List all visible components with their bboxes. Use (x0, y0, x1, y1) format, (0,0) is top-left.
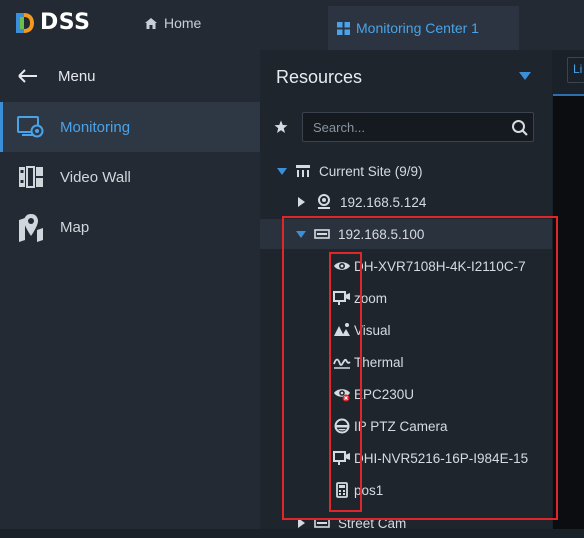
tree-node-current-site[interactable]: Current Site (9/9) (260, 156, 553, 186)
eye-camera-icon (332, 258, 352, 274)
nav-label-video-wall: Video Wall (60, 168, 131, 186)
channel-row[interactable]: IP PTZ Camera (260, 411, 584, 441)
eye-camera-alert-icon (332, 386, 352, 402)
nav-item-video-wall[interactable]: Video Wall (0, 152, 260, 202)
tab-monitoring-center[interactable]: Monitoring Center 1 (328, 6, 519, 50)
resources-title: Resources (276, 67, 363, 87)
logo-text: DSS (40, 10, 91, 35)
menu-label: Menu (58, 67, 96, 85)
video-pane: Li (552, 50, 584, 529)
channel-label: Thermal (354, 354, 404, 370)
channel-row[interactable]: Thermal (260, 347, 584, 377)
recorder-icon (312, 229, 332, 239)
channel-row[interactable]: pos1 (260, 475, 584, 505)
site-icon (293, 164, 313, 178)
channel-label: DH-XVR7108H-4K-I2110C-7 (354, 258, 526, 274)
monitoring-icon (16, 115, 46, 139)
channel-row[interactable]: EPC230U (260, 379, 584, 409)
video-window[interactable] (553, 94, 584, 529)
ptz-dome-icon (332, 418, 352, 434)
tree-label-device-2: 192.168.5.100 (338, 226, 425, 242)
expand-down-icon[interactable] (296, 230, 306, 238)
nav-item-monitoring[interactable]: Monitoring (0, 102, 260, 152)
channel-label: DHI-NVR5216-16P-I984E-15 (354, 450, 529, 466)
back-arrow-icon[interactable] (18, 69, 38, 83)
nav-item-map[interactable]: Map (0, 202, 260, 252)
recorder-icon (312, 518, 332, 528)
tab-home[interactable]: Home (144, 15, 201, 31)
camera-icon (332, 450, 352, 466)
video-wall-icon (16, 165, 46, 189)
expand-down-icon[interactable] (277, 167, 287, 175)
left-nav: Menu Monitoring Video Wall Map (0, 50, 260, 529)
nav-label-monitoring: Monitoring (60, 118, 131, 136)
tree-label-current-site: Current Site (9/9) (319, 163, 423, 179)
menu-header[interactable]: Menu (0, 50, 260, 102)
map-icon (16, 212, 46, 242)
dss-logo-icon (16, 12, 34, 33)
home-icon (145, 17, 157, 29)
search-box[interactable] (302, 112, 534, 142)
resources-dropdown-icon[interactable] (519, 72, 531, 80)
channel-row[interactable]: DH-XVR7108H-4K-I2110C-7 (260, 251, 584, 281)
channel-label: EPC230U (354, 386, 415, 402)
tree-node-device-192-168-5-124[interactable]: 192.168.5.124 (260, 187, 572, 217)
channel-label: pos1 (354, 482, 384, 498)
camera-icon (332, 290, 352, 306)
channel-row[interactable]: DHI-NVR5216-16P-I984E-15 (260, 443, 584, 473)
search-input[interactable] (311, 119, 505, 136)
tree-label-device-1: 192.168.5.124 (340, 194, 427, 210)
tree-node-street-cam[interactable]: Street Cam (260, 508, 572, 538)
resources-panel: Resources Current Site (9/9) (260, 50, 572, 531)
search-icon[interactable] (511, 119, 529, 137)
grid-icon (337, 21, 350, 35)
channel-row[interactable]: Visual (260, 315, 584, 345)
favorites-star-icon[interactable] (274, 120, 288, 134)
top-bar: DSS Home Monitoring Center 1 (0, 0, 584, 50)
channel-row[interactable]: zoom (260, 283, 584, 313)
nav-label-map: Map (60, 218, 90, 236)
expand-right-icon[interactable] (296, 518, 306, 528)
live-tab[interactable]: Li (567, 57, 584, 83)
dss-logo: DSS (14, 10, 90, 35)
channel-label: IP PTZ Camera (354, 418, 448, 434)
channel-label: zoom (354, 290, 388, 306)
dome-camera-icon (314, 194, 334, 210)
pos-terminal-icon (332, 482, 352, 498)
expand-right-icon[interactable] (296, 197, 306, 207)
tab-monitoring-label: Monitoring Center 1 (356, 20, 479, 36)
tree-label-street-cam: Street Cam (338, 515, 407, 531)
visual-icon (332, 322, 352, 338)
tree-node-device-192-168-5-100[interactable]: 192.168.5.100 (260, 219, 572, 249)
tab-home-label: Home (164, 15, 202, 31)
thermal-icon (332, 354, 352, 370)
channel-label: Visual (354, 322, 391, 338)
